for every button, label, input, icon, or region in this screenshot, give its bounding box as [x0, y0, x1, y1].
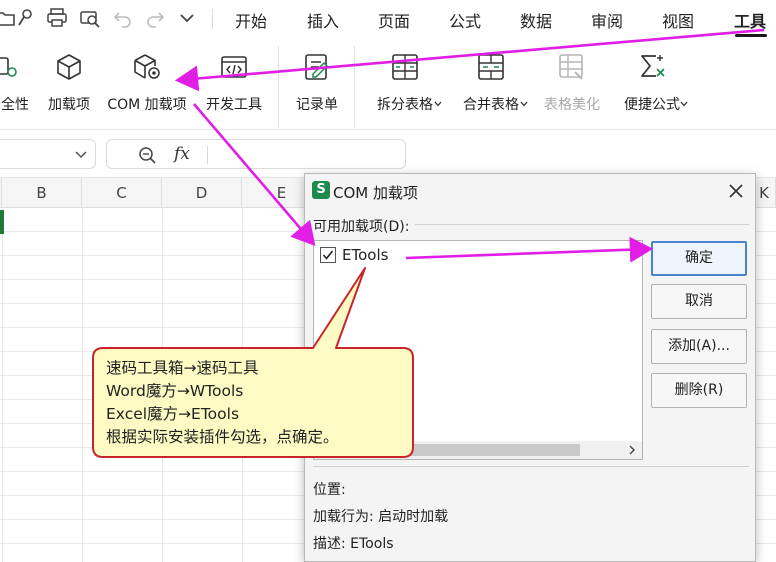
annotation-callout [92, 267, 414, 458]
callout-line: Word魔方→WTools [106, 382, 244, 400]
callout-line: 速码工具箱→速码工具 [106, 359, 259, 377]
callout-line: 根据实际安装插件勾选，点确定。 [106, 428, 339, 446]
callout-text: 速码工具箱→速码工具 Word魔方→WTools Excel魔方→ETools … [106, 357, 406, 449]
callout-line: Excel魔方→ETools [106, 405, 240, 423]
